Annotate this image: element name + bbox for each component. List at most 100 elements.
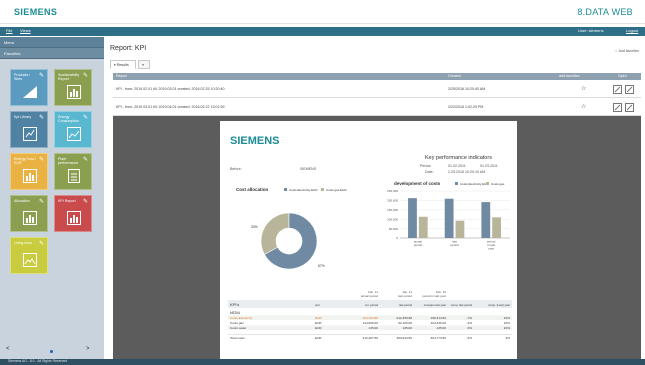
bar-gas <box>418 216 428 238</box>
bar-ytick-label: 50,000 <box>389 227 399 231</box>
kpi-total-cell: EUR <box>315 336 322 340</box>
kpi-column-header: unit <box>315 303 320 307</box>
tile-kpi-library[interactable]: Kpi Library ✎ <box>10 111 48 148</box>
tile-allocation[interactable]: Allocation ✎ <box>10 195 48 232</box>
status-text: Siemens AG - 8.0 - All Rights Reserved <box>8 359 68 363</box>
pager-dot-active[interactable] <box>50 350 53 353</box>
app-name: 8.DATA WEB <box>577 7 633 17</box>
sidebar: Menu Favorites Products / Sites ✎ Sustai… <box>0 37 104 359</box>
row-report-name[interactable]: KPI - from: 2019.02.01 till: 2019.03.01 … <box>116 87 225 91</box>
period-to: 01.03.2011 <box>480 164 498 168</box>
triangle-chart-icon <box>23 86 37 98</box>
kpi-group-label: MEDIA <box>230 311 241 315</box>
tab-results-label: Results <box>116 63 129 67</box>
bar-electricity <box>408 198 417 238</box>
col-add-favorites[interactable]: add favorites <box>559 74 580 78</box>
open-report-icon[interactable] <box>613 85 622 94</box>
edit-pencil-icon[interactable]: ✎ <box>39 198 44 205</box>
kpi-total-cell: 309,643.60 <box>397 336 413 340</box>
kpi-cell: 104,330.00 <box>431 321 447 325</box>
trend-icon <box>67 127 81 141</box>
kpi-cell: 196,314.52 <box>431 316 447 320</box>
kpi-cell: 194,364.88 <box>363 316 379 320</box>
bar-ytick-label: 0 <box>396 236 398 240</box>
kpi-cell: Costs Electricity <box>230 316 252 320</box>
donut-slice-gas <box>260 212 290 255</box>
logout-link[interactable]: Logout <box>626 28 638 33</box>
table-row[interactable]: KPI - from: 2019.03.01 till: 2019.04.01 … <box>113 99 641 116</box>
open-report-new-icon[interactable] <box>625 103 634 112</box>
kpi-column-header: KPI's <box>230 302 239 307</box>
tab-list[interactable]: ≡ <box>138 60 150 69</box>
tile-energy-consumption[interactable]: Energy Consumption ✎ <box>54 111 92 148</box>
edit-pencil-icon[interactable]: ✎ <box>39 72 44 79</box>
add-favorites-label: Add favorites <box>618 49 639 53</box>
sidebar-menu-header[interactable]: Menu <box>0 37 104 48</box>
edit-pencil-icon[interactable]: ✎ <box>39 156 44 163</box>
main-panel: Report: KPI ☆ Add favorites ▾ Results ≡ … <box>106 37 645 359</box>
kpi-cell: 10% <box>504 321 510 325</box>
bar-category-label: period <box>450 243 459 247</box>
edit-pencil-icon[interactable]: ✎ <box>39 114 44 121</box>
tile-products-sites[interactable]: Products / Sites ✎ <box>10 69 48 106</box>
sidebar-favorites-header[interactable]: Favorites <box>0 48 104 59</box>
kpi-total-cell: 312,467.50 <box>363 336 379 340</box>
before-label: Before: <box>230 167 242 171</box>
col-open[interactable]: Open <box>618 74 627 78</box>
tile-plant-performance[interactable]: Plant performance ✎ <box>54 153 92 190</box>
siemens-logo: SIEMENS <box>14 7 58 17</box>
tile-label: Plant performance <box>58 157 79 166</box>
tile-sustainability-report[interactable]: Sustainability Report ✎ <box>54 69 92 106</box>
bar-legend-swatch-electricity <box>455 182 458 185</box>
pdf-logo: SIEMENS <box>230 135 280 147</box>
edit-pencil-icon[interactable]: ✎ <box>83 198 88 205</box>
before-value: SIEMENS <box>300 167 317 171</box>
tile-energy-cost[interactable]: Energy Cost / EUR ✎ <box>10 153 48 190</box>
edit-pencil-icon[interactable]: ✎ <box>39 240 44 247</box>
menu-file[interactable]: File <box>6 28 12 33</box>
open-report-icon[interactable] <box>613 103 622 112</box>
edit-pencil-icon[interactable]: ✎ <box>83 156 88 163</box>
pager-prev-button[interactable]: < <box>6 346 10 352</box>
top-bar: SIEMENS 8.DATA WEB <box>0 0 645 24</box>
bar-gas <box>455 220 465 238</box>
tile-label: Living Area <box>14 241 32 245</box>
tile-label: Energy Cost / EUR <box>14 157 36 166</box>
kpi-total-cell: 304,773.50 <box>431 336 447 340</box>
open-report-new-icon[interactable] <box>625 85 634 94</box>
pager-next-button[interactable]: > <box>86 346 90 352</box>
edit-pencil-icon[interactable]: ✎ <box>83 72 88 79</box>
table-row[interactable]: KPI - from: 2019.02.01 till: 2019.03.01 … <box>113 81 641 98</box>
menu-views[interactable]: Views <box>20 28 31 33</box>
bar-legend-gas: Costs gas <box>491 182 505 186</box>
col-created[interactable]: Created <box>448 74 461 78</box>
pie-legend-swatch-gas <box>321 188 324 191</box>
kpi-cell: -7% <box>466 316 472 320</box>
row-fav-star-icon[interactable]: ☆ <box>581 103 586 110</box>
menu-bar: File Views User: siemens Logout <box>0 27 645 36</box>
tile-kpi-report[interactable]: KPI Report ✎ <box>54 195 92 232</box>
kpi-cell: 0% <box>468 326 473 330</box>
kpi-column-header: compare last year <box>424 303 446 307</box>
kpi-total-cell: 3% <box>506 336 511 340</box>
tile-living-area[interactable]: Living Area ✎ <box>10 237 48 274</box>
pdf-viewer[interactable]: SIEMENS Key performance indicators Befor… <box>113 116 641 359</box>
kpi-cell: -1% <box>466 321 472 325</box>
tab-results[interactable]: ▾ Results <box>110 60 136 69</box>
kpi-cell: 135.00 <box>403 326 413 330</box>
bar-electricity <box>481 202 491 238</box>
edit-pencil-icon[interactable]: ✎ <box>83 114 88 121</box>
image-icon <box>23 253 37 267</box>
date-label: Date: <box>425 170 434 174</box>
tile-label: Allocation <box>14 199 30 203</box>
tile-label: Kpi Library <box>14 115 32 119</box>
bar-category-label: period <box>414 243 423 247</box>
row-fav-star-icon[interactable]: ☆ <box>581 85 586 92</box>
date-value: 2.25.2016 10:20:10 AM <box>448 170 485 174</box>
add-favorites-button[interactable]: ☆ Add favorites <box>615 49 639 53</box>
pie-legend-electricity: Costs Electricity EUR <box>289 188 318 192</box>
row-report-name[interactable]: KPI - from: 2019.03.01 till: 2019.04.01 … <box>116 105 225 109</box>
col-report[interactable]: Report <box>116 74 127 78</box>
bar-ytick-label: 200,000 <box>387 199 398 203</box>
pie-title: Cost allocation <box>236 187 269 192</box>
